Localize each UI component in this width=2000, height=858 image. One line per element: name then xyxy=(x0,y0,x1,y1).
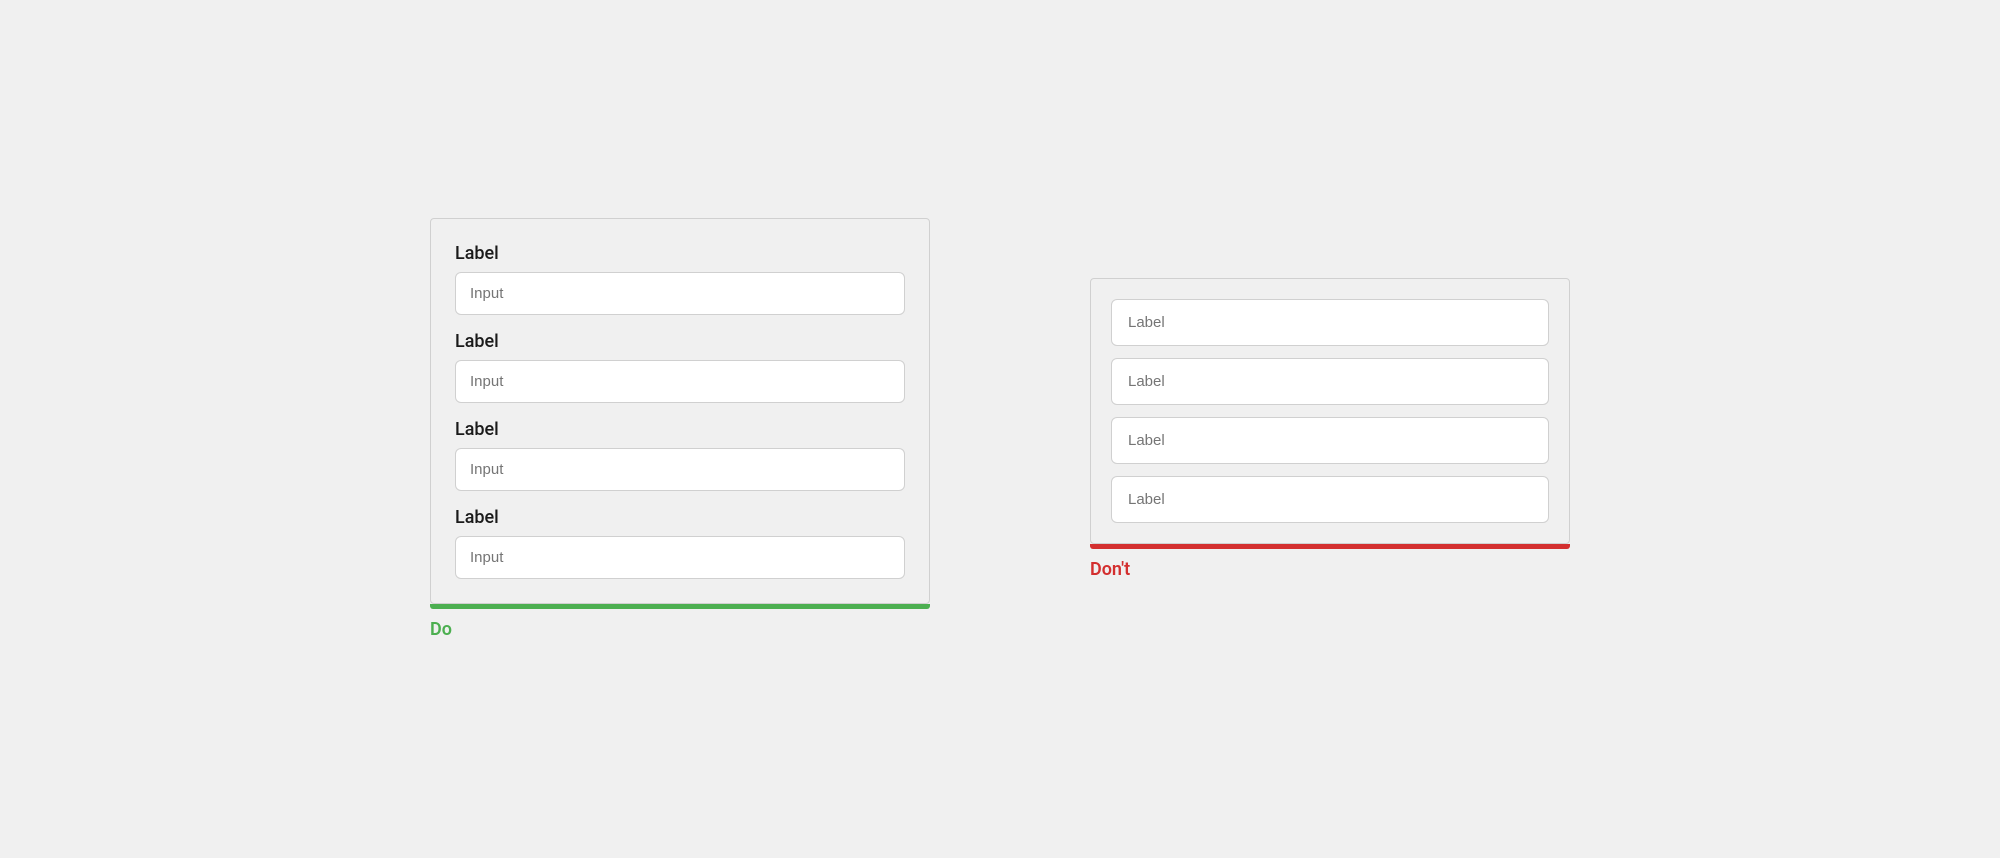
form-group-2: Label xyxy=(455,331,905,403)
field-input-3[interactable] xyxy=(455,448,905,491)
field-input-1[interactable] xyxy=(455,272,905,315)
dont-card xyxy=(1090,278,1570,544)
do-indicator-bar xyxy=(430,604,930,609)
dont-input-4[interactable] xyxy=(1111,476,1549,523)
dont-example: Don't xyxy=(1090,278,1570,580)
do-example: Label Label Label Label Do xyxy=(430,218,930,640)
dont-input-1[interactable] xyxy=(1111,299,1549,346)
dont-input-3[interactable] xyxy=(1111,417,1549,464)
form-group-3: Label xyxy=(455,419,905,491)
field-label-1: Label xyxy=(455,243,905,264)
do-label: Do xyxy=(430,619,452,640)
form-group-1: Label xyxy=(455,243,905,315)
dont-input-2[interactable] xyxy=(1111,358,1549,405)
form-group-4: Label xyxy=(455,507,905,579)
field-label-4: Label xyxy=(455,507,905,528)
do-card: Label Label Label Label xyxy=(430,218,930,604)
field-input-2[interactable] xyxy=(455,360,905,403)
field-label-3: Label xyxy=(455,419,905,440)
dont-indicator-bar xyxy=(1090,544,1570,549)
field-input-4[interactable] xyxy=(455,536,905,579)
field-label-2: Label xyxy=(455,331,905,352)
dont-label: Don't xyxy=(1090,559,1130,580)
